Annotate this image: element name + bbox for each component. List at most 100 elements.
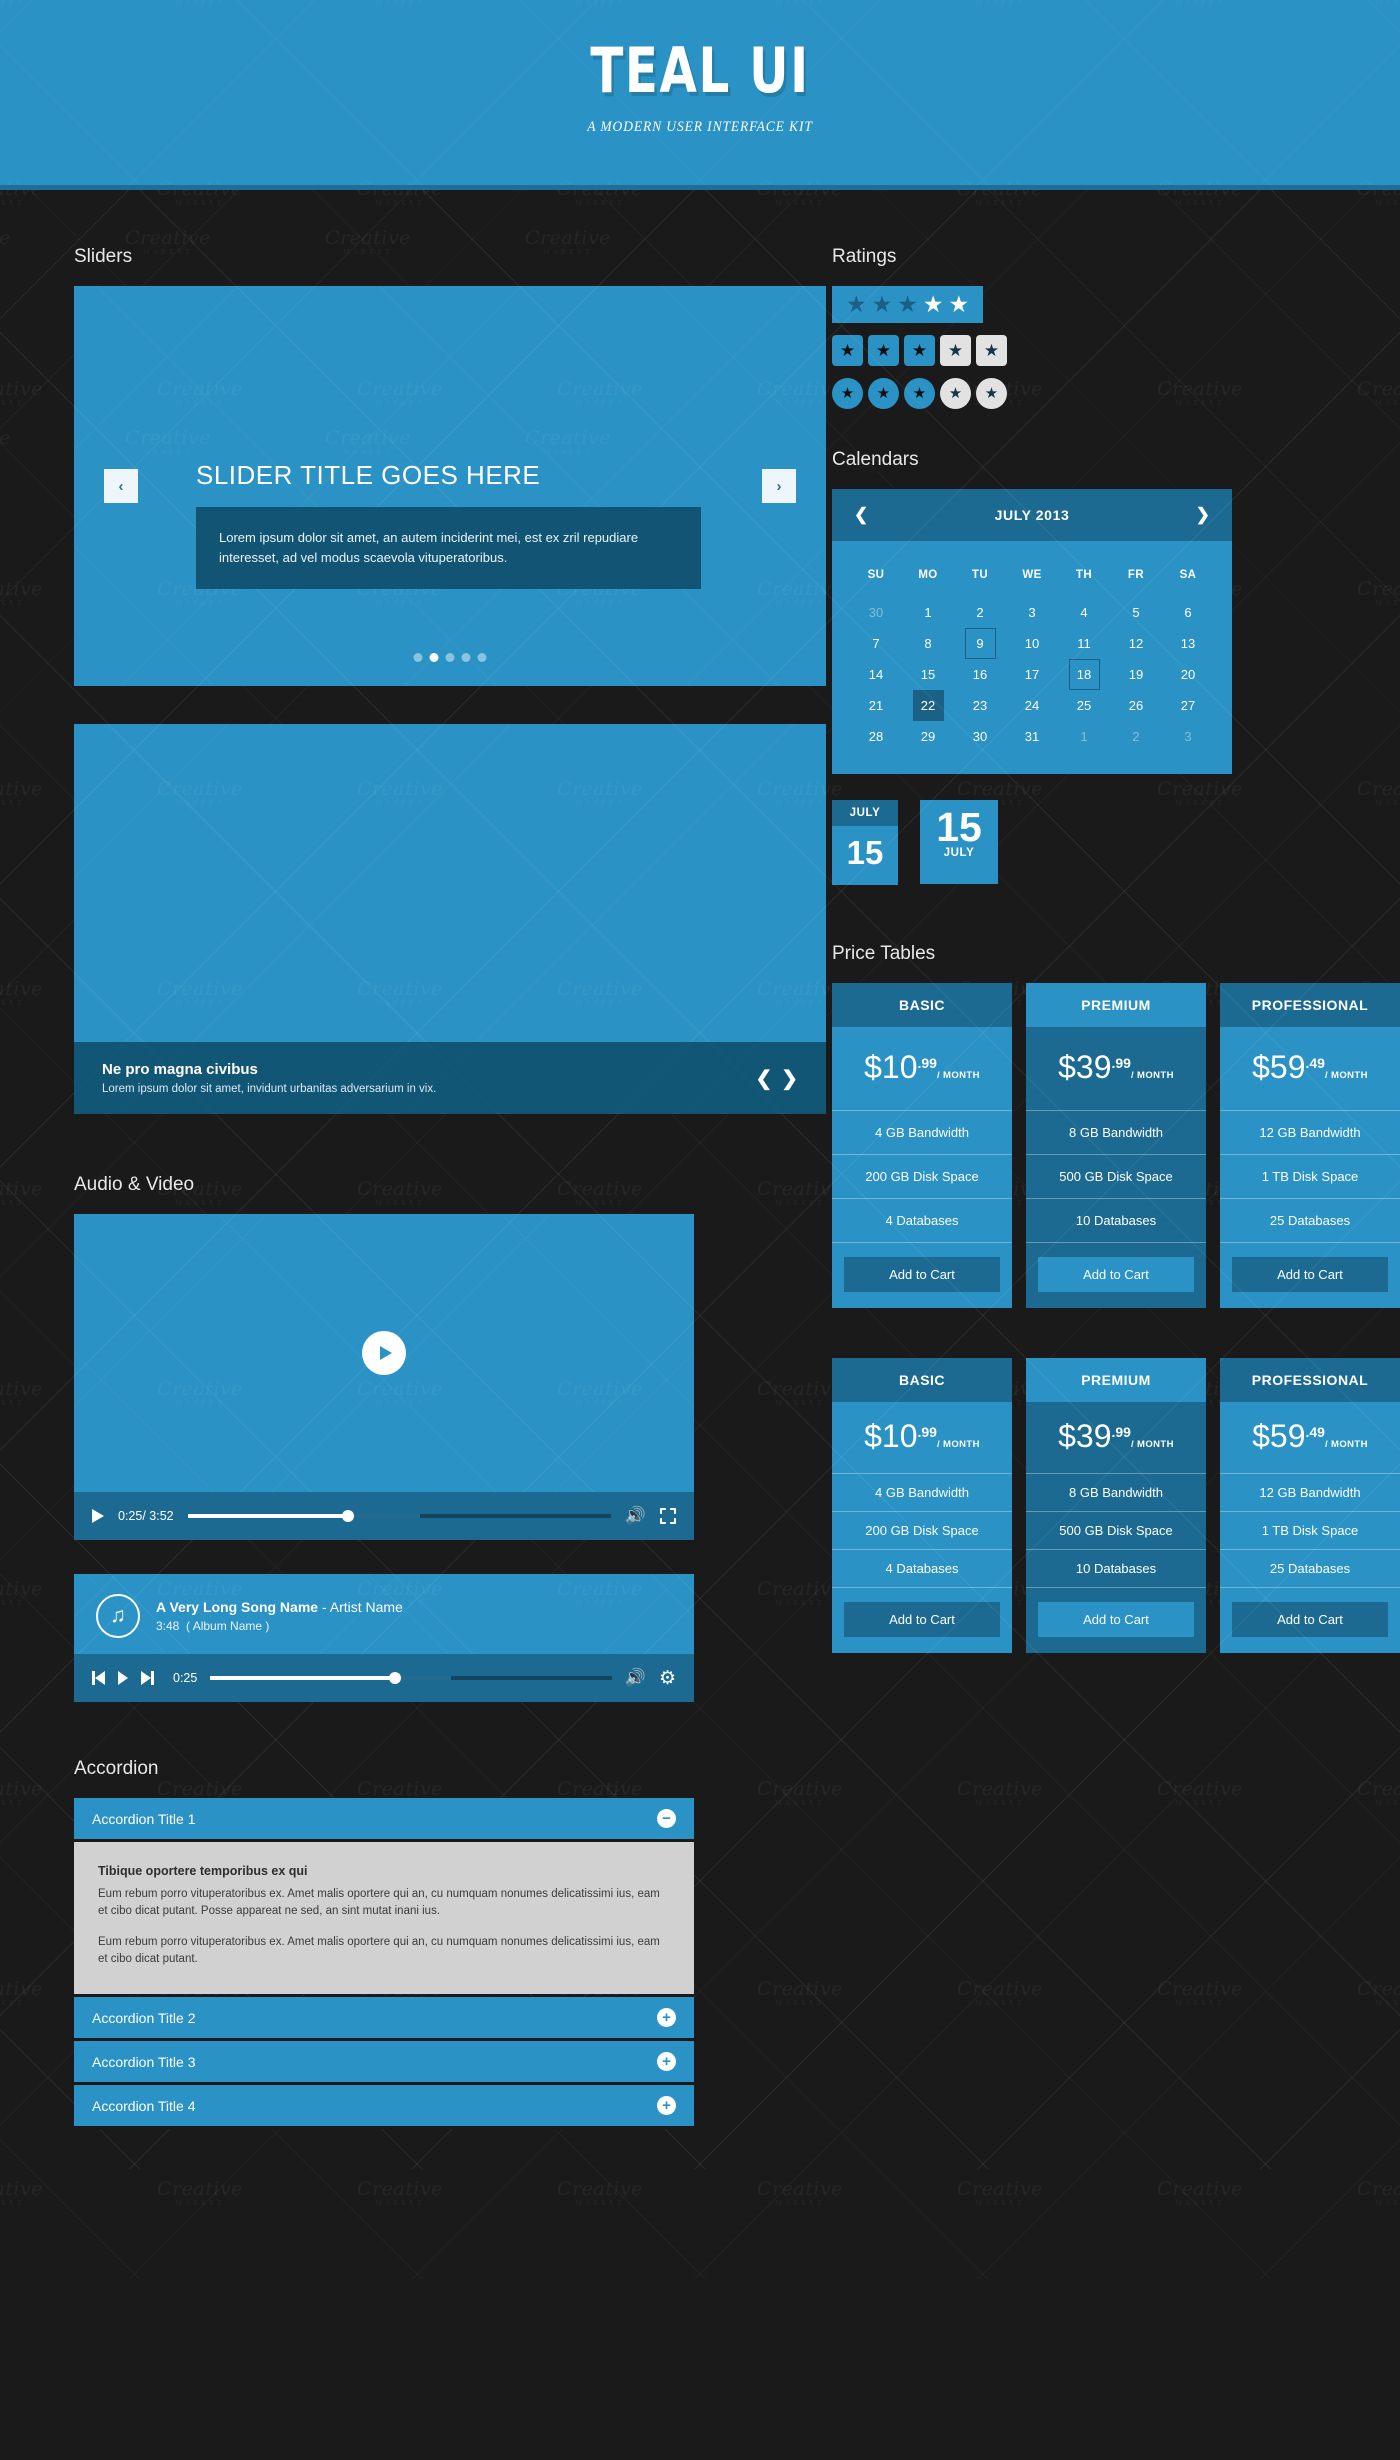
calendar-day-cell[interactable]: 31 [1006, 721, 1058, 752]
star-icon[interactable]: ★ [832, 335, 863, 366]
calendar-day-cell[interactable]: 23 [954, 690, 1006, 721]
calendar-day-cell[interactable]: 2 [954, 597, 1006, 628]
calendar-day-cell[interactable]: 18 [1058, 659, 1110, 690]
rating-squares[interactable]: ★ ★ ★ ★ ★ [832, 335, 1400, 366]
calendar-day-cell[interactable]: 16 [954, 659, 1006, 690]
calendar-day-cell[interactable]: 4 [1058, 597, 1110, 628]
rating-circles[interactable]: ★ ★ ★ ★ ★ [832, 378, 1400, 409]
calendar-day-cell[interactable]: 22 [902, 690, 954, 721]
video-play-icon[interactable] [92, 1509, 104, 1523]
slider-two-prev-button[interactable]: ❮ [755, 1066, 772, 1091]
star-icon[interactable]: ★ [872, 293, 893, 316]
audio-play-icon[interactable] [118, 1671, 128, 1685]
slider-dot[interactable] [413, 653, 423, 662]
calendar-day-cell[interactable]: 20 [1162, 659, 1214, 690]
plus-icon[interactable]: + [657, 2008, 676, 2027]
star-icon[interactable]: ★ [923, 293, 944, 316]
star-icon[interactable]: ★ [868, 335, 899, 366]
accordion-header-4[interactable]: Accordion Title 4 + [74, 2085, 694, 2129]
calendar-day-cell[interactable]: 14 [850, 659, 902, 690]
volume-icon[interactable]: 🔊 [625, 1506, 646, 1526]
calendar-day-cell[interactable]: 8 [902, 628, 954, 659]
audio-progress-handle[interactable] [389, 1672, 401, 1684]
calendar-day-cell[interactable]: 27 [1162, 690, 1214, 721]
add-to-cart-button[interactable]: Add to Cart [844, 1602, 1000, 1637]
gear-icon[interactable]: ⚙ [659, 1667, 676, 1690]
calendar-day-cell[interactable]: 30 [850, 597, 902, 628]
video-progress-bar[interactable] [187, 1510, 611, 1522]
star-icon[interactable]: ★ [940, 335, 971, 366]
star-icon[interactable]: ★ [904, 335, 935, 366]
video-screen[interactable]: Creative MARKET Creative MARKET Creative MARK… [74, 1214, 694, 1492]
slider-dots[interactable] [413, 653, 487, 662]
calendar-day-cell[interactable]: 5 [1110, 597, 1162, 628]
calendar-day-cell[interactable]: 9 [954, 628, 1006, 659]
star-icon[interactable]: ★ [940, 378, 971, 409]
calendar-day-cell[interactable]: 21 [850, 690, 902, 721]
video-progress-handle[interactable] [342, 1510, 355, 1522]
calendar-day-cell[interactable]: 6 [1162, 597, 1214, 628]
calendar-day-cell[interactable]: 17 [1006, 659, 1058, 690]
price-tables-section: Price Tables BASIC $10.99/ MONTH 4 GB Band… [832, 943, 1400, 1653]
play-icon[interactable] [362, 1331, 406, 1375]
accordion-header-3[interactable]: Accordion Title 3 + [74, 2041, 694, 2085]
star-icon[interactable]: ★ [949, 293, 970, 316]
star-icon[interactable]: ★ [904, 378, 935, 409]
slider-prev-button[interactable]: ‹ [104, 469, 138, 503]
minus-icon[interactable]: − [657, 1809, 676, 1828]
calendar-day-cell[interactable]: 15 [902, 659, 954, 690]
slider-dot[interactable] [461, 653, 471, 662]
calendar-day-cell[interactable]: 12 [1110, 628, 1162, 659]
add-to-cart-button[interactable]: Add to Cart [844, 1257, 1000, 1292]
star-icon[interactable]: ★ [868, 378, 899, 409]
calendar-day-cell[interactable]: 30 [954, 721, 1006, 752]
star-icon[interactable]: ★ [976, 335, 1007, 366]
slider-two-next-button[interactable]: ❯ [781, 1066, 798, 1091]
calendar-day-cell[interactable]: 13 [1162, 628, 1214, 659]
fullscreen-icon[interactable] [660, 1508, 676, 1524]
calendar-prev-button[interactable]: ❮ [854, 505, 868, 525]
star-icon[interactable]: ★ [976, 378, 1007, 409]
star-icon[interactable]: ★ [846, 293, 867, 316]
calendar-day-cell[interactable]: 1 [1058, 721, 1110, 752]
price-cta-wrap: Add to Cart [1220, 1243, 1400, 1308]
audio-volume-icon[interactable]: 🔊 [625, 1668, 646, 1688]
calendar-next-button[interactable]: ❯ [1196, 505, 1210, 525]
plus-icon[interactable]: + [657, 2052, 676, 2071]
slider-dot-active[interactable] [429, 653, 439, 662]
add-to-cart-button[interactable]: Add to Cart [1232, 1257, 1388, 1292]
calendar-day-cell[interactable]: 19 [1110, 659, 1162, 690]
calendar-day-label: 20 [1180, 667, 1196, 682]
calendar-day-cell[interactable]: 28 [850, 721, 902, 752]
slider-dot[interactable] [445, 653, 455, 662]
calendar-day-cell[interactable]: 3 [1162, 721, 1214, 752]
calendar-day-cell[interactable]: 25 [1058, 690, 1110, 721]
slider-dot[interactable] [477, 653, 487, 662]
slider-next-button[interactable]: › [762, 469, 796, 503]
calendar-day-cell[interactable]: 7 [850, 628, 902, 659]
accordion-header-1[interactable]: Accordion Title 1 − [74, 1798, 694, 1842]
add-to-cart-button[interactable]: Add to Cart [1232, 1602, 1388, 1637]
price-feature: 4 GB Bandwidth [832, 1474, 1012, 1512]
calendar-day-cell[interactable]: 24 [1006, 690, 1058, 721]
accordion-item: Accordion Title 4 + [74, 2085, 694, 2129]
calendar-day-cell[interactable]: 2 [1110, 721, 1162, 752]
calendar-day-cell[interactable]: 29 [902, 721, 954, 752]
previous-track-icon[interactable] [92, 1671, 105, 1685]
plus-icon[interactable]: + [657, 2096, 676, 2115]
calendar-day-cell[interactable]: 1 [902, 597, 954, 628]
watermark: CreativeMARKET [357, 978, 443, 1007]
add-to-cart-button[interactable]: Add to Cart [1038, 1257, 1194, 1292]
star-icon[interactable]: ★ [832, 378, 863, 409]
audio-progress-bar[interactable] [210, 1672, 612, 1684]
add-to-cart-button[interactable]: Add to Cart [1038, 1602, 1194, 1637]
rating-bar[interactable]: ★ ★ ★ ★ ★ [832, 286, 984, 323]
watermark: CreativeMARKET [357, 778, 443, 807]
calendar-day-cell[interactable]: 3 [1006, 597, 1058, 628]
accordion-header-2[interactable]: Accordion Title 2 + [74, 1997, 694, 2041]
next-track-icon[interactable] [141, 1671, 154, 1685]
calendar-day-cell[interactable]: 26 [1110, 690, 1162, 721]
calendar-day-cell[interactable]: 11 [1058, 628, 1110, 659]
calendar-day-cell[interactable]: 10 [1006, 628, 1058, 659]
star-icon[interactable]: ★ [897, 293, 918, 316]
